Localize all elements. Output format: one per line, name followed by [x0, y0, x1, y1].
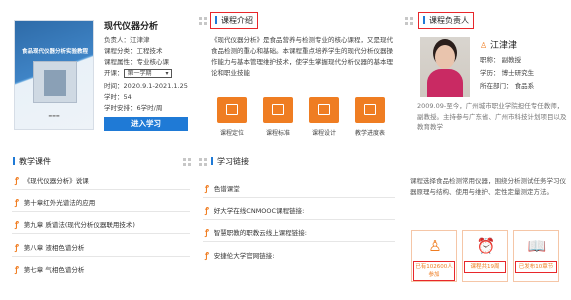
person-icon: ♙: [480, 41, 488, 50]
cover-title: 食品现代仪器分析实验教程: [21, 49, 88, 55]
link-icon: ꝭ: [205, 206, 209, 215]
courseware-heading: 教学课件: [13, 156, 51, 167]
weeks-stat: ⏰ 课程共19周: [462, 230, 508, 282]
course-time: 时间：2020.9.1-2021.1.25: [104, 82, 188, 90]
course-attribute: 课程属性：专业核心课: [104, 58, 169, 66]
grid-icon[interactable]: [199, 158, 207, 166]
chapters-label: 已发布10章节: [515, 261, 557, 273]
enter-study-button[interactable]: 进入学习: [104, 117, 188, 131]
teacher-department: 所在部门： 食品系: [480, 82, 535, 90]
course-hours: 学时：54: [104, 93, 132, 101]
divider: [12, 211, 190, 212]
weeks-label: 课程共19周: [464, 261, 506, 273]
tile-label-design[interactable]: 课程设计: [304, 128, 344, 137]
course-owner: 负责人：江津津: [104, 36, 150, 44]
teaching-schedule-tile[interactable]: [355, 97, 385, 123]
courseware-item[interactable]: ꝭ 第十章红外光谱法的应用: [15, 197, 95, 208]
tile-label-position[interactable]: 课程定位: [212, 128, 252, 137]
link-icon: ꝭ: [15, 176, 19, 185]
term-label: 开课：: [104, 69, 124, 77]
courseware-item-label: 第七章 气相色谱分析: [23, 266, 85, 274]
courseware-item[interactable]: ꝭ 第八章 液相色谱分析: [15, 242, 84, 253]
list-icon: [272, 104, 284, 115]
link-icon: ꝭ: [15, 198, 19, 207]
design-icon: [318, 104, 330, 115]
course-category: 课程分类：工程技术: [104, 47, 163, 55]
courseware-heading-text: 教学课件: [19, 157, 51, 166]
divider: [203, 219, 395, 220]
link-item-label: 好大学在线CNMOOC课程链接:: [213, 207, 305, 215]
courseware-item[interactable]: ꝭ 《现代仪器分析》说课: [15, 175, 89, 186]
course-standard-tile[interactable]: [263, 97, 293, 123]
heading-bar-icon: [211, 157, 213, 165]
course-summary: 课程选择食品检测常用仪器，围绕分析测试任务学习仪器原理与结构、使用与维护、定性定…: [410, 177, 566, 196]
courseware-item-label: 第十章红外光谱法的应用: [23, 199, 96, 207]
cover-illustration: [33, 61, 77, 103]
chapters-stat: 📖 已发布10章节: [513, 230, 559, 282]
term-row: 开课： 第一学期: [104, 67, 172, 78]
link-item[interactable]: ꝭ 好大学在线CNMOOC课程链接:: [205, 205, 304, 216]
teacher-bio: 2009.09-至今，广州城市职业学院担任专任教师，副教授。主持参与广东省、广州…: [417, 102, 567, 131]
heading-bar-icon: [215, 16, 217, 24]
heading-bar-icon: [13, 157, 15, 165]
link-icon: ꝭ: [205, 251, 209, 260]
link-icon: ꝭ: [205, 228, 209, 237]
tile-label-schedule[interactable]: 教学进度表: [350, 128, 390, 137]
doc-icon: [226, 104, 238, 115]
link-item[interactable]: ꝭ 智慧职教的职教云线上课程链接:: [205, 227, 307, 238]
divider: [12, 256, 190, 257]
participants-stat: ♙ 已有102600人参加: [411, 230, 457, 282]
grid-icon[interactable]: [199, 17, 207, 25]
intro-heading-text: 课程介绍: [221, 16, 253, 25]
link-item[interactable]: ꝭ 安捷伦大学官网链接:: [205, 250, 275, 261]
tile-label-standard[interactable]: 课程标准: [258, 128, 298, 137]
course-weekly-hours: 学时安排：6学时/周: [104, 104, 163, 112]
teacher-heading-text: 课程负责人: [429, 16, 469, 25]
course-cover-image[interactable]: 食品现代仪器分析实验教程 ▬▬▬: [14, 20, 94, 130]
calendar-icon: [364, 104, 376, 115]
grid-icon[interactable]: [183, 158, 191, 166]
intro-heading: 课程介绍: [210, 12, 258, 29]
book-icon: 📖: [527, 237, 547, 255]
teacher-degree: 学历： 博士研究生: [480, 69, 535, 77]
link-icon: ꝭ: [15, 265, 19, 274]
teacher-name: 江津津: [490, 41, 518, 51]
link-icon: ꝭ: [15, 220, 19, 229]
link-item-label: 安捷伦大学官网链接:: [213, 252, 275, 260]
link-item[interactable]: ꝭ 色谱课堂: [205, 183, 240, 194]
divider: [203, 197, 395, 198]
participants-label: 已有102600人参加: [413, 261, 455, 281]
course-design-tile[interactable]: [309, 97, 339, 123]
grid-icon[interactable]: [405, 17, 413, 25]
link-icon: ꝭ: [205, 184, 209, 193]
teacher-heading: 课程负责人: [418, 12, 474, 29]
links-heading: 学习链接: [211, 156, 249, 167]
course-position-tile[interactable]: [217, 97, 247, 123]
clock-icon: ⏰: [476, 237, 496, 255]
divider: [12, 233, 190, 234]
courseware-item-label: 第八章 液相色谱分析: [23, 244, 85, 252]
courseware-item-label: 《现代仪器分析》说课: [23, 177, 89, 185]
links-heading-text: 学习链接: [217, 157, 249, 166]
intro-text: 《现代仪器分析》是食品营养与检测专业的核心课程，又是现代食品检测的重心和基础。本…: [211, 36, 393, 77]
link-icon: ꝭ: [15, 243, 19, 252]
link-item-label: 色谱课堂: [213, 185, 240, 193]
courseware-item[interactable]: ꝭ 第七章 气相色谱分析: [15, 264, 84, 275]
link-item-label: 智慧职教的职教云线上课程链接:: [213, 229, 307, 237]
term-select[interactable]: 第一学期: [123, 68, 172, 78]
teacher-photo: [420, 37, 470, 97]
divider: [12, 189, 190, 190]
teacher-name-row: ♙ 江津津: [480, 38, 517, 51]
cover-publisher-logo: ▬▬▬: [48, 113, 60, 118]
person-icon: ♙: [428, 237, 442, 255]
heading-bar-icon: [423, 16, 425, 24]
course-card: 食品现代仪器分析实验教程 ▬▬▬ 现代仪器分析 负责人：江津津 课程分类：工程技…: [0, 0, 198, 148]
teacher-title: 职称： 副教授: [480, 56, 522, 64]
divider: [203, 241, 395, 242]
course-title: 现代仪器分析: [104, 22, 159, 32]
courseware-item[interactable]: ꝭ 第九章 质谱法(现代分析仪器联用技术): [15, 219, 135, 230]
courseware-item-label: 第九章 质谱法(现代分析仪器联用技术): [23, 221, 135, 229]
